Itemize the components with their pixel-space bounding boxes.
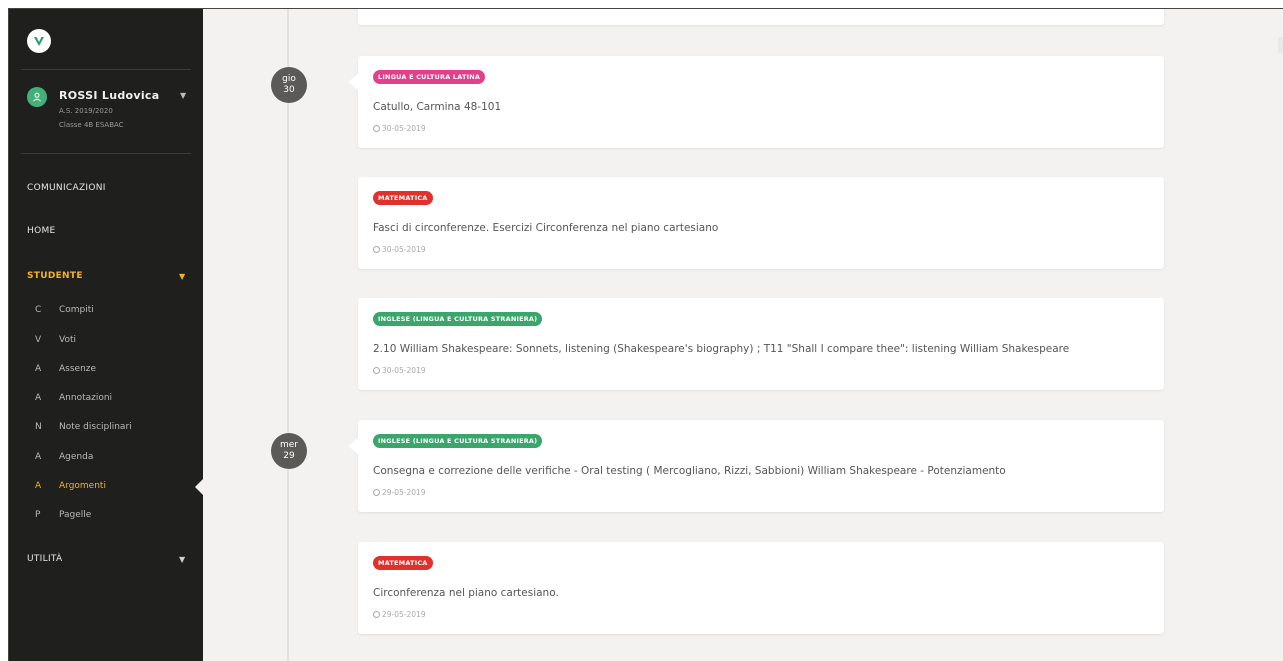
sidebar-item-argomenti[interactable]: A Argomenti	[35, 481, 195, 495]
topic-date-text: 29-05-2019	[382, 488, 426, 497]
topic-date: 29-05-2019	[373, 610, 426, 619]
clock-icon	[373, 246, 380, 253]
topic-title: Circonferenza nel piano cartesiano.	[373, 587, 559, 599]
clock-icon	[373, 611, 380, 618]
date-day: gio	[282, 74, 296, 84]
subject-tag: LINGUA E CULTURA LATINA	[373, 70, 486, 84]
app-frame: ROSSI Ludovica ▼ A.S. 2019/2020 Classe 4…	[8, 8, 1283, 661]
sidebar-item-letter: V	[35, 335, 42, 345]
previous-card[interactable]	[358, 9, 1164, 25]
topic-title: Catullo, Carmina 48-101	[373, 101, 502, 113]
topic-date: 30-05-2019	[373, 124, 426, 133]
topic-card[interactable]: INGLESE (LINGUA E CULTURA STRANIERA) 2.10…	[358, 298, 1164, 390]
topic-card[interactable]: MATEMATICA Fasci di circonferenze. Eserci…	[358, 177, 1164, 269]
sidebar-item-letter: P	[35, 510, 41, 520]
scrollbar[interactable]	[1278, 37, 1283, 53]
topic-title: Fasci di circonferenze. Esercizi Circonf…	[373, 222, 719, 234]
sidebar-item-agenda[interactable]: A Agenda	[35, 452, 195, 466]
sidebar-item-annotazioni[interactable]: A Annotazioni	[35, 393, 195, 407]
nav-utilita[interactable]: UTILITÀ	[27, 554, 62, 564]
chevron-down-icon[interactable]: ▼	[179, 272, 185, 281]
chevron-down-icon[interactable]: ▼	[180, 91, 186, 100]
subject-tag: MATEMATICA	[373, 556, 433, 570]
topic-date: 29-05-2019	[373, 488, 426, 497]
user-class: Classe 4B ESABAC	[59, 121, 124, 129]
sidebar-item-label: Assenze	[59, 364, 97, 374]
topic-card[interactable]: INGLESE (LINGUA E CULTURA STRANIERA) Cons…	[348, 420, 1164, 512]
topic-title: 2.10 William Shakespeare: Sonnets, liste…	[373, 343, 1070, 355]
chevron-down-icon[interactable]: ▼	[179, 555, 185, 564]
nav-home[interactable]: HOME	[27, 226, 56, 236]
subject-tag: INGLESE (LINGUA E CULTURA STRANIERA)	[373, 434, 543, 448]
sidebar-item-letter: A	[35, 481, 42, 491]
sidebar-item-letter: C	[35, 305, 42, 315]
topic-card[interactable]: MATEMATICA Circonferenza nel piano cartes…	[358, 542, 1164, 634]
topic-date-text: 30-05-2019	[382, 124, 426, 133]
date-badge: mer 29	[271, 433, 307, 469]
sidebar-item-label: Annotazioni	[59, 393, 113, 403]
topic-date-text: 29-05-2019	[382, 610, 426, 619]
school-year: A.S. 2019/2020	[59, 107, 113, 115]
sidebar-item-label: Compiti	[59, 305, 94, 315]
sidebar: ROSSI Ludovica ▼ A.S. 2019/2020 Classe 4…	[9, 9, 205, 661]
sidebar-item-letter: A	[35, 364, 42, 374]
clock-icon	[373, 489, 380, 496]
topic-date-text: 30-05-2019	[382, 245, 426, 254]
topic-card[interactable]: LINGUA E CULTURA LATINA Catullo, Carmina …	[348, 56, 1164, 148]
nav-comunicazioni[interactable]: COMUNICAZIONI	[27, 183, 106, 193]
subject-tag: MATEMATICA	[373, 191, 433, 205]
sidebar-item-label: Voti	[59, 335, 76, 345]
sidebar-item-pagelle[interactable]: P Pagelle	[35, 510, 195, 524]
sidebar-item-label: Pagelle	[59, 510, 92, 520]
user-panel[interactable]: ROSSI Ludovica ▼ A.S. 2019/2020 Classe 4…	[27, 85, 197, 155]
sidebar-item-letter: N	[35, 422, 42, 432]
date-badge: gio 30	[271, 67, 307, 103]
topic-date-text: 30-05-2019	[382, 366, 426, 375]
clock-icon	[373, 125, 380, 132]
active-pointer	[195, 477, 205, 497]
clock-icon	[373, 367, 380, 374]
nav-studente[interactable]: STUDENTE	[27, 271, 83, 281]
subject-tag: INGLESE (LINGUA E CULTURA STRANIERA)	[373, 312, 543, 326]
sidebar-item-label: Note disciplinari	[59, 422, 132, 432]
sidebar-divider	[21, 153, 191, 154]
sidebar-item-assenze[interactable]: A Assenze	[35, 364, 195, 378]
date-number: 29	[283, 451, 295, 461]
user-name: ROSSI Ludovica	[59, 89, 160, 102]
date-day: mer	[279, 440, 298, 450]
topic-title: Consegna e correzione delle verifiche - …	[373, 465, 1006, 477]
topic-date: 30-05-2019	[373, 245, 426, 254]
user-avatar-icon	[27, 87, 47, 107]
sidebar-item-letter: A	[35, 452, 42, 462]
sidebar-item-label: Argomenti	[59, 481, 106, 491]
sidebar-item-compiti[interactable]: C Compiti	[35, 305, 195, 319]
topic-date: 30-05-2019	[373, 366, 426, 375]
sidebar-item-note-disciplinari[interactable]: N Note disciplinari	[35, 422, 195, 436]
sidebar-item-voti[interactable]: V Voti	[35, 335, 195, 349]
sidebar-item-label: Agenda	[59, 452, 94, 462]
sidebar-divider	[21, 69, 191, 70]
date-number: 30	[283, 85, 295, 95]
sidebar-item-letter: A	[35, 393, 42, 403]
timeline-line	[287, 9, 289, 661]
app-logo-icon[interactable]	[27, 29, 51, 53]
